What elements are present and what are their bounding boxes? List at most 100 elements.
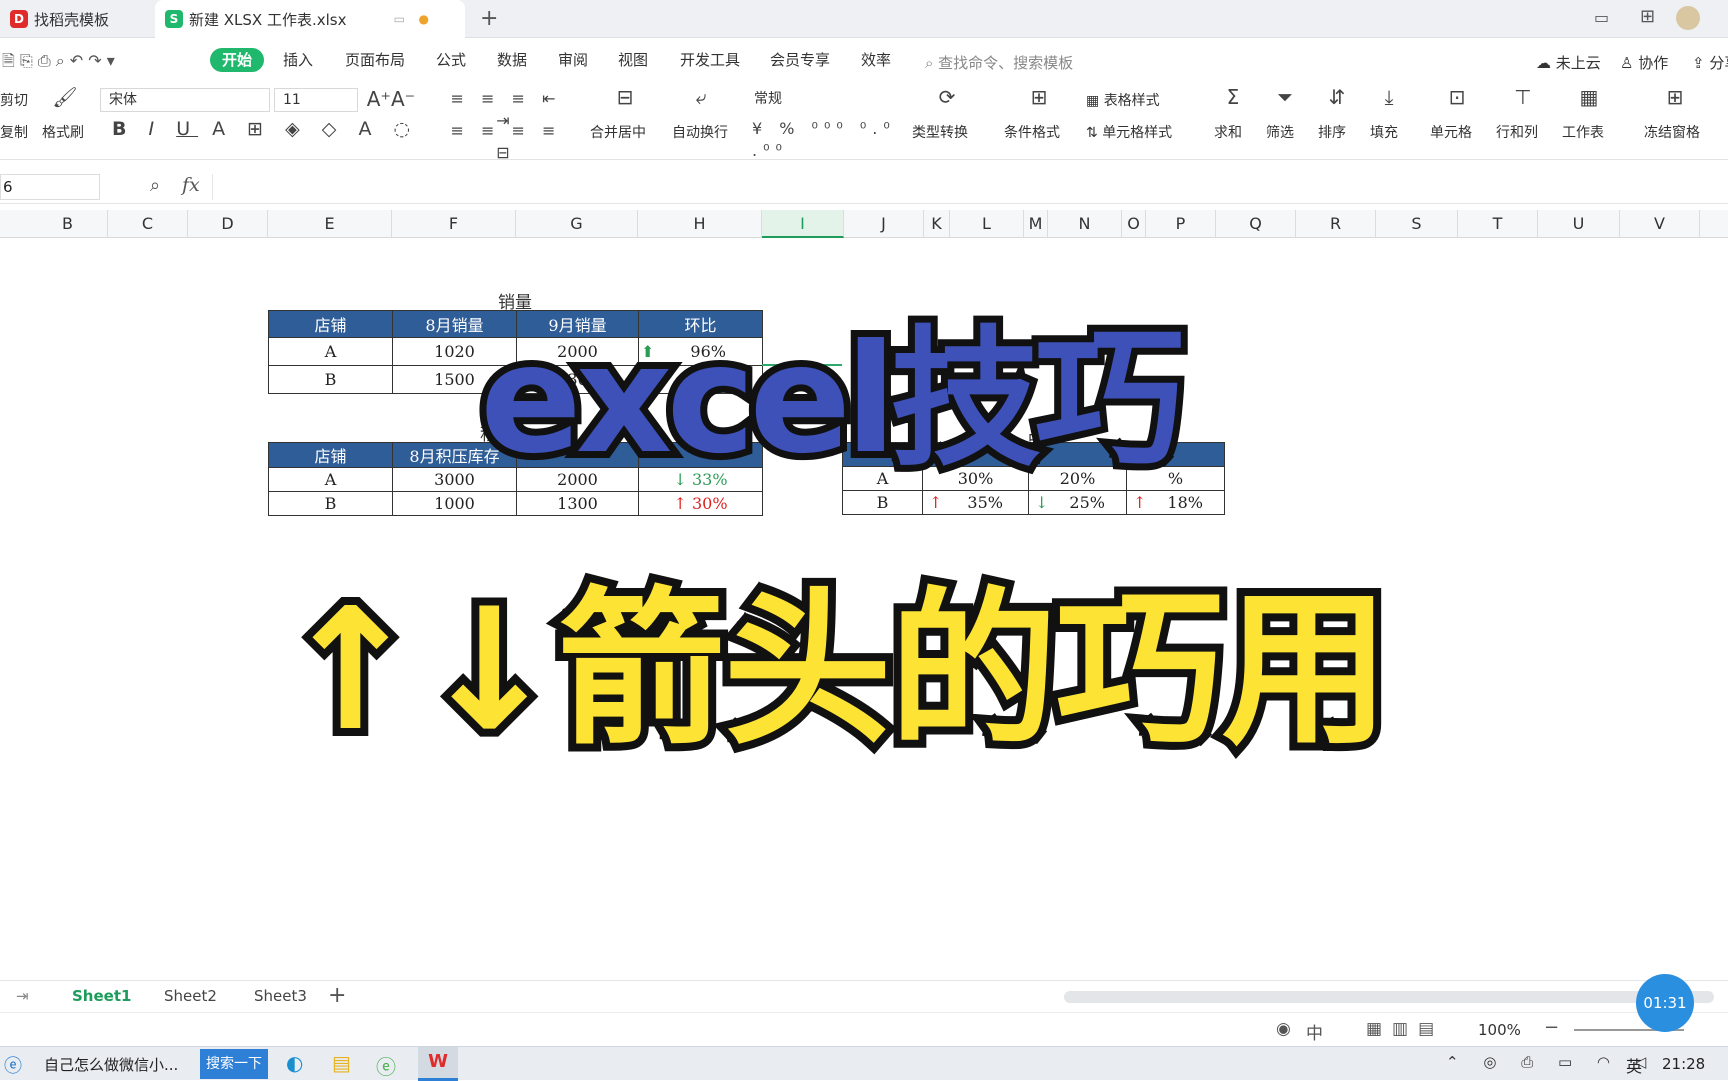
cell[interactable]: B (268, 365, 393, 394)
worksheet-button[interactable]: 工作表 (1562, 122, 1604, 142)
fill-button[interactable]: 填充 (1370, 122, 1398, 142)
search-web-button[interactable]: 搜索一下 (200, 1049, 268, 1079)
menu-formula[interactable]: 公式 (436, 48, 466, 72)
col-header[interactable]: T (1458, 210, 1538, 238)
filter-button[interactable]: 筛选 (1266, 122, 1294, 142)
input-mode-icon[interactable]: 中 (1306, 1019, 1323, 1044)
menu-member[interactable]: 会员专享 (770, 48, 830, 72)
window-layout-icon[interactable]: ▭ (1594, 8, 1609, 27)
collab-button[interactable]: ♙ 协作 (1620, 52, 1668, 73)
cell[interactable]: B (268, 491, 393, 516)
recording-timer[interactable]: 01:31 (1636, 974, 1694, 1032)
align-horizontal-icons[interactable]: ≡ ≡ ≡ ≡ ⊟ (436, 120, 576, 164)
table-style-button[interactable]: ▦ 表格样式 (1086, 90, 1160, 110)
font-family-select[interactable]: 宋体 (100, 88, 270, 112)
taskbar-item[interactable]: 自己怎么做微信小... (44, 1054, 178, 1075)
cell[interactable]: B (842, 490, 923, 515)
col-header[interactable]: F (392, 210, 516, 238)
col-header[interactable]: H (638, 210, 762, 238)
browser-green-icon[interactable]: ⓔ (376, 1051, 396, 1080)
cut-button[interactable]: 剪切 (0, 90, 28, 110)
col-header[interactable]: D (188, 210, 268, 238)
cloud-status[interactable]: ☁ 未上云 (1536, 52, 1601, 73)
menu-home[interactable]: 开始 (210, 48, 265, 72)
col-header[interactable]: U (1538, 210, 1620, 238)
copy-button[interactable]: 复制 (0, 122, 28, 142)
quick-access-toolbar[interactable]: 🗎 ⎘ ⎙ ⌕ ↶ ↷ ▾ (2, 50, 115, 77)
sheet-tab-active[interactable]: Sheet1 (72, 987, 131, 1005)
file-explorer-icon[interactable]: ▤ (332, 1051, 351, 1075)
col-header[interactable]: J (844, 210, 924, 238)
type-convert-button[interactable]: 类型转换 (912, 122, 968, 142)
menu-view[interactable]: 视图 (618, 48, 648, 72)
col-header[interactable]: M (1024, 210, 1048, 238)
add-sheet-icon[interactable]: + (328, 983, 346, 1008)
header-cell[interactable]: 店铺 (268, 310, 393, 338)
apps-grid-icon[interactable]: ⊞ (1640, 6, 1655, 27)
cell-style-button[interactable]: ⇅ 单元格样式 (1086, 122, 1172, 142)
share-button[interactable]: ⇪ 分享 (1692, 52, 1728, 73)
search-command[interactable]: ⌕ 查找命令、搜索模板 (925, 52, 1073, 73)
fx-label[interactable]: fx (182, 174, 200, 196)
number-format-icons[interactable]: ¥ % ⁰⁰⁰ ⁰.⁰ .⁰⁰ (752, 118, 902, 162)
browser-e-icon[interactable]: ⓔ (4, 1052, 22, 1078)
cell[interactable]: ↑ 30% (638, 491, 763, 516)
cell[interactable]: A (268, 467, 393, 492)
col-header[interactable]: G (516, 210, 638, 238)
edge-icon[interactable]: ◐ (286, 1051, 303, 1075)
wrap-text-button[interactable]: 自动换行 (672, 122, 728, 142)
header-cell[interactable]: 店铺 (268, 442, 393, 468)
zoom-level[interactable]: 100% (1478, 1021, 1521, 1039)
clock[interactable]: 21:28 (1662, 1055, 1705, 1073)
avatar[interactable] (1676, 6, 1700, 30)
sum-button[interactable]: 求和 (1214, 122, 1242, 142)
menu-data[interactable]: 数据 (497, 48, 527, 72)
col-header[interactable]: V (1620, 210, 1700, 238)
format-painter-button[interactable]: 格式刷 (42, 122, 84, 142)
name-box[interactable]: 6 (0, 174, 100, 200)
col-header[interactable]: K (924, 210, 950, 238)
cell[interactable]: A (268, 337, 393, 366)
sort-button[interactable]: 排序 (1318, 122, 1346, 142)
col-header[interactable]: L (950, 210, 1024, 238)
font-size-select[interactable]: 11 (274, 88, 358, 112)
ime-indicator[interactable]: 英 (1626, 1053, 1642, 1077)
cell[interactable]: ↓ 25% (1028, 490, 1127, 515)
col-header[interactable]: R (1296, 210, 1376, 238)
col-header[interactable]: P (1146, 210, 1216, 238)
conditional-format-button[interactable]: 条件格式 (1004, 122, 1060, 142)
col-header[interactable]: B (28, 210, 108, 238)
view-mode-icons[interactable]: ▦▥▤ (1366, 1019, 1444, 1039)
menu-developer[interactable]: 开发工具 (680, 48, 740, 72)
cell[interactable]: ↑ 18% (1126, 490, 1225, 515)
font-style-icons[interactable]: B I U A ⊞ ◈ ◇ A ◌ (112, 118, 422, 140)
menu-efficiency[interactable]: 效率 (861, 48, 891, 72)
col-header[interactable]: N (1048, 210, 1122, 238)
cell-button[interactable]: 单元格 (1430, 122, 1472, 142)
eye-protection-icon[interactable]: ◉ (1276, 1019, 1291, 1039)
menu-review[interactable]: 审阅 (558, 48, 588, 72)
font-size-adjust-icon[interactable]: A⁺A⁻ (366, 88, 416, 110)
cell[interactable]: 1300 (516, 491, 639, 516)
tab-docer[interactable]: D 找稻壳模板 (0, 0, 150, 38)
sheet-nav-icon[interactable]: ⇥ (16, 987, 29, 1005)
wps-taskbar-button[interactable]: W (418, 1047, 458, 1081)
col-header[interactable]: O (1122, 210, 1146, 238)
new-tab-icon[interactable]: + (480, 6, 498, 31)
sheet-tab[interactable]: Sheet2 (164, 987, 217, 1005)
menu-page-layout[interactable]: 页面布局 (345, 48, 405, 72)
col-header[interactable]: E (268, 210, 392, 238)
col-header[interactable]: S (1376, 210, 1458, 238)
monitor-icon[interactable]: ▭ (394, 12, 405, 26)
zoom-out-icon[interactable]: − (1544, 1017, 1559, 1038)
row-col-button[interactable]: 行和列 (1496, 122, 1538, 142)
formula-input[interactable] (212, 174, 1728, 200)
number-format-select[interactable]: 常规 (746, 88, 906, 112)
tray-icons[interactable]: ⌃ ◎ ⎙ ▭ ◠ ◁ (1446, 1053, 1656, 1071)
cell[interactable]: ↑ 35% (922, 490, 1029, 515)
cell[interactable]: 1000 (392, 491, 517, 516)
col-header-selected[interactable]: I (762, 210, 844, 238)
col-header[interactable]: Q (1216, 210, 1296, 238)
tab-workbook[interactable]: S 新建 XLSX 工作表.xlsx ▭ ● (155, 0, 465, 38)
merge-center-button[interactable]: 合并居中 (590, 122, 646, 142)
